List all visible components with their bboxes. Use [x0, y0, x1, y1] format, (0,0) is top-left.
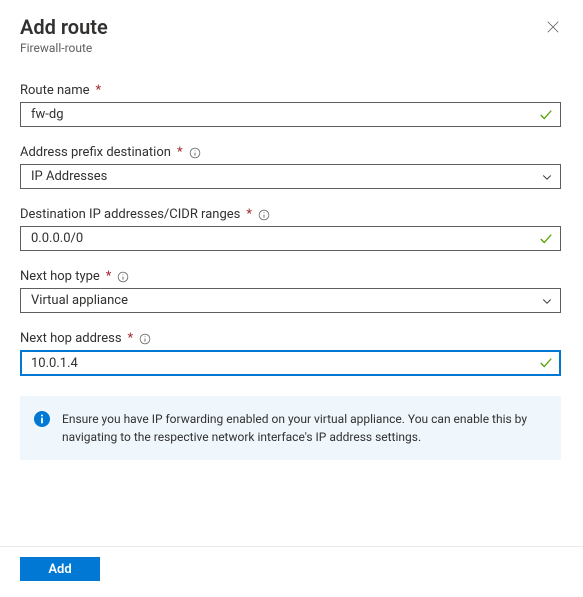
required-asterisk: *: [106, 269, 112, 284]
address-prefix-select[interactable]: IP Addresses: [20, 164, 561, 189]
info-icon[interactable]: [117, 271, 129, 283]
next-hop-type-label: Next hop type *: [20, 269, 561, 284]
field-address-prefix: Address prefix destination * IP Addresse…: [20, 145, 561, 189]
dest-ip-label: Destination IP addresses/CIDR ranges *: [20, 207, 561, 222]
label-text: Next hop type: [20, 269, 100, 284]
input-wrap: [20, 350, 561, 376]
route-name-input[interactable]: [20, 102, 561, 127]
info-icon[interactable]: [189, 147, 201, 159]
info-filled-icon: [34, 411, 50, 427]
add-button[interactable]: Add: [20, 557, 100, 581]
info-message-box: Ensure you have IP forwarding enabled on…: [20, 396, 561, 460]
panel-footer: Add: [0, 546, 583, 597]
panel-header: Add route Firewall-route: [20, 14, 561, 55]
select-value: Virtual appliance: [31, 293, 128, 308]
label-text: Route name: [20, 83, 90, 98]
field-route-name: Route name *: [20, 83, 561, 127]
next-hop-address-input[interactable]: [20, 350, 561, 376]
page-subtitle: Firewall-route: [20, 41, 561, 55]
required-asterisk: *: [246, 207, 252, 222]
info-icon[interactable]: [139, 333, 151, 345]
input-wrap: Virtual appliance: [20, 288, 561, 313]
label-text: Address prefix destination: [20, 145, 171, 160]
required-asterisk: *: [177, 145, 183, 160]
info-message-text: Ensure you have IP forwarding enabled on…: [62, 410, 545, 446]
required-asterisk: *: [128, 331, 134, 346]
label-text: Next hop address: [20, 331, 122, 346]
dest-ip-input[interactable]: [20, 226, 561, 251]
input-wrap: [20, 102, 561, 127]
label-text: Destination IP addresses/CIDR ranges: [20, 207, 240, 222]
required-asterisk: *: [96, 83, 102, 98]
field-dest-ip: Destination IP addresses/CIDR ranges *: [20, 207, 561, 251]
next-hop-type-select[interactable]: Virtual appliance: [20, 288, 561, 313]
field-next-hop-type: Next hop type * Virtual appliance: [20, 269, 561, 313]
page-title: Add route: [20, 14, 561, 40]
select-value: IP Addresses: [31, 169, 107, 184]
field-next-hop-address: Next hop address *: [20, 331, 561, 376]
next-hop-address-label: Next hop address *: [20, 331, 561, 346]
address-prefix-label: Address prefix destination *: [20, 145, 561, 160]
close-icon: [546, 20, 560, 37]
close-button[interactable]: [541, 16, 565, 40]
info-icon[interactable]: [258, 209, 270, 221]
input-wrap: IP Addresses: [20, 164, 561, 189]
input-wrap: [20, 226, 561, 251]
route-name-label: Route name *: [20, 83, 561, 98]
